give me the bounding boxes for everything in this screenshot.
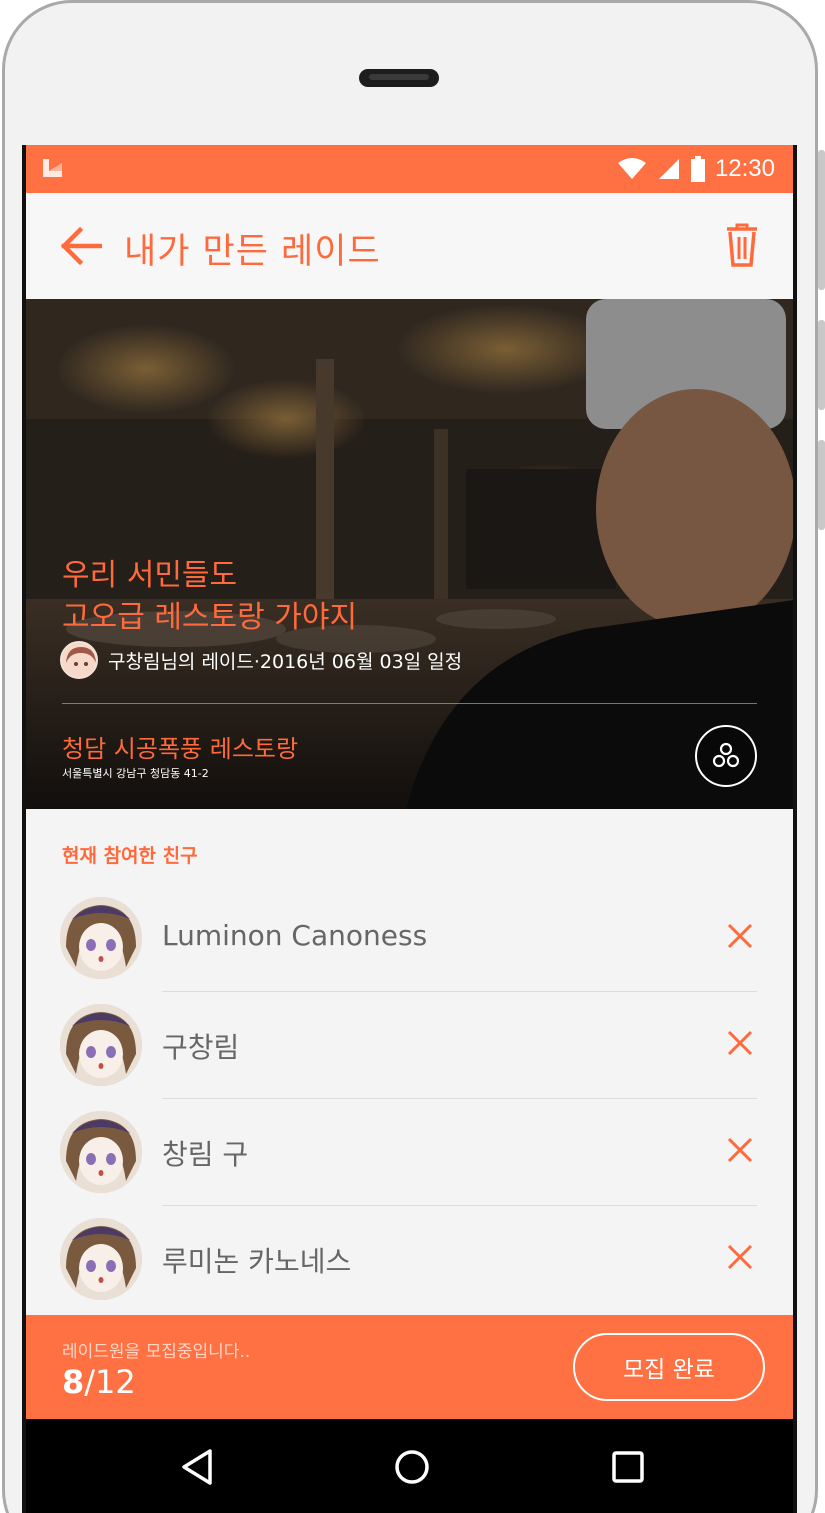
raid-meta-text: 구창림님의 레이드·2016년 06월 03일 일정 (108, 650, 463, 673)
back-triangle-icon[interactable] (176, 1445, 220, 1489)
raid-title: 우리 서민들도 고오급 레스토랑 가야지 (62, 555, 357, 639)
wifi-icon (617, 158, 646, 179)
phone-side-button (818, 320, 825, 410)
avatar (60, 1004, 142, 1086)
place-address: 서울특별시 강남구 청담동 41-2 (62, 767, 209, 780)
member-count-total: /12 (84, 1363, 136, 1401)
status-bar: 12:30 (26, 145, 793, 193)
home-circle-icon[interactable] (390, 1445, 434, 1489)
avatar (60, 1111, 142, 1193)
phone-speaker (359, 69, 439, 87)
close-icon[interactable] (723, 1240, 757, 1274)
friend-name: Luminon Canoness (162, 919, 428, 952)
friend-name: 루미논 카노네스 (162, 1245, 352, 1278)
hero-banner: 우리 서민들도 고오급 레스토랑 가야지 구창림님의 레이드·2016년 06월… (26, 299, 793, 809)
raid-meta: 구창림님의 레이드·2016년 06월 03일 일정 (60, 641, 462, 679)
trash-icon[interactable] (725, 223, 759, 267)
recruit-bar: 레이드원을 모집중입니다.. 8/12 모집 완료 (26, 1315, 793, 1419)
member-count: 8/12 (62, 1363, 136, 1401)
app-logo-icon (43, 159, 62, 177)
recruit-status-text: 레이드원을 모집중입니다.. (62, 1342, 251, 1362)
avatar (60, 897, 142, 979)
status-icons: 12:30 (617, 145, 775, 193)
place-name: 청담 시공폭풍 레스토랑 (62, 735, 299, 763)
hero-divider (62, 703, 757, 704)
member-count-current: 8 (62, 1363, 85, 1401)
list-item: 루미논 카노네스 (26, 1206, 793, 1313)
system-nav-bar (26, 1419, 793, 1513)
avatar (60, 641, 98, 679)
page-title: 내가 만든 레이드 (124, 232, 381, 272)
recents-square-icon[interactable] (606, 1445, 650, 1489)
app-bar: 내가 만든 레이드 (26, 193, 793, 299)
share-icon (712, 742, 740, 768)
phone-side-button (818, 150, 825, 290)
close-icon[interactable] (723, 1133, 757, 1167)
avatar (60, 1218, 142, 1300)
friend-name: 구창림 (162, 1031, 240, 1064)
share-button[interactable] (695, 725, 757, 787)
raid-title-line: 우리 서민들도 (62, 558, 238, 593)
phone-side-button (818, 440, 825, 530)
friend-name: 창림 구 (162, 1138, 249, 1171)
section-label: 현재 참여한 친구 (62, 845, 198, 867)
list-item: 구창림 (26, 992, 793, 1099)
list-item: 창림 구 (26, 1099, 793, 1206)
phone-screen: 12:30 내가 만든 레이드 우리 서민들도 고오급 레스토랑 가야지 구창림… (22, 145, 797, 1513)
arrow-left-icon[interactable] (60, 227, 102, 265)
signal-icon (658, 159, 679, 179)
complete-recruit-button[interactable]: 모집 완료 (573, 1333, 765, 1401)
close-icon[interactable] (723, 919, 757, 953)
battery-icon (690, 156, 705, 182)
status-time: 12:30 (714, 155, 775, 182)
close-icon[interactable] (723, 1026, 757, 1060)
raid-title-line: 고오급 레스토랑 가야지 (62, 600, 358, 635)
list-item: Luminon Canoness (26, 885, 793, 992)
